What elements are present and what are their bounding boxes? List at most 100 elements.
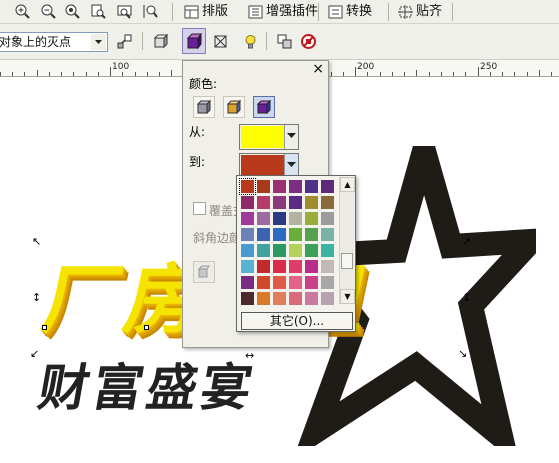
palette-color-cell[interactable] — [256, 227, 271, 242]
palette-color-cell[interactable] — [240, 211, 255, 226]
palette-color-cell[interactable] — [304, 195, 319, 210]
vanishing-point-value: 对象上的灭点 — [0, 35, 72, 49]
palette-color-cell[interactable] — [239, 178, 256, 195]
subline-text[interactable]: 财富盛宴 — [34, 348, 263, 420]
rotate-handle-icon[interactable]: ↙ — [30, 348, 39, 359]
zoom-width-icon[interactable] — [116, 3, 133, 20]
close-icon[interactable]: × — [312, 61, 324, 77]
selection-handle[interactable] — [144, 325, 149, 330]
delete-icon[interactable] — [300, 33, 317, 50]
zoom-fit-icon[interactable] — [142, 3, 159, 20]
rotate-handle-icon[interactable]: ↘ — [458, 348, 467, 359]
palette-color-cell[interactable] — [304, 243, 319, 258]
palette-color-cell[interactable] — [256, 179, 271, 194]
palette-color-cell[interactable] — [256, 275, 271, 290]
palette-color-cell[interactable] — [320, 259, 335, 274]
zoom-in-icon[interactable] — [14, 3, 31, 20]
extrude-color-icon — [186, 33, 202, 50]
palette-color-cell[interactable] — [304, 227, 319, 242]
lighting-icon[interactable] — [242, 33, 259, 50]
from-color-dropdown[interactable] — [284, 125, 298, 149]
palette-color-cell[interactable] — [320, 211, 335, 226]
bevel-icon[interactable] — [212, 33, 229, 50]
color-label: 颜色: — [189, 77, 218, 91]
palette-color-cell[interactable] — [240, 227, 255, 242]
palette-color-cell[interactable] — [320, 179, 335, 194]
palette-color-cell[interactable] — [288, 243, 303, 258]
selection-handle[interactable] — [42, 325, 47, 330]
palette-color-cell[interactable] — [288, 195, 303, 210]
palette-color-cell[interactable] — [272, 227, 287, 242]
bevel-color-button[interactable] — [193, 261, 215, 283]
menu-convert-label: 转换 — [346, 4, 373, 19]
palette-color-cell[interactable] — [320, 275, 335, 290]
menu-layout[interactable]: 排版 — [182, 2, 228, 22]
palette-color-cell[interactable] — [272, 179, 287, 194]
palette-color-cell[interactable] — [304, 179, 319, 194]
solid-fill-button[interactable] — [223, 96, 245, 118]
palette-color-cell[interactable] — [288, 211, 303, 226]
palette-color-cell[interactable] — [240, 243, 255, 258]
zoom-selected-icon[interactable] — [64, 3, 81, 20]
layout-icon — [184, 5, 199, 19]
toolbar-separator — [266, 32, 267, 50]
palette-color-cell[interactable] — [272, 243, 287, 258]
palette-color-cell[interactable] — [272, 291, 287, 306]
palette-color-cell[interactable] — [320, 291, 335, 306]
shade-button[interactable] — [253, 96, 275, 118]
scroll-up-arrow-icon[interactable]: ▲ — [340, 177, 355, 192]
palette-color-cell[interactable] — [272, 211, 287, 226]
skew-handle-icon[interactable]: ↔ — [245, 350, 254, 361]
palette-color-cell[interactable] — [304, 291, 319, 306]
palette-color-cell[interactable] — [256, 291, 271, 306]
from-color-picker[interactable] — [239, 124, 299, 150]
to-color-swatch — [241, 155, 285, 177]
overlay-checkbox[interactable] — [193, 202, 206, 215]
rotate-handle-icon[interactable]: ↖ — [32, 236, 41, 247]
rotate-handle-icon[interactable]: ↗ — [462, 236, 471, 247]
palette-color-cell[interactable] — [240, 275, 255, 290]
scroll-down-arrow-icon[interactable]: ▼ — [340, 289, 355, 304]
vanishing-point-select[interactable]: 对象上的灭点 — [0, 32, 108, 52]
palette-color-cell[interactable] — [320, 243, 335, 258]
palette-color-cell[interactable] — [288, 291, 303, 306]
menu-enhance-plugin[interactable]: 增强插件 — [246, 2, 318, 22]
menu-snap-label: 贴齐 — [416, 4, 443, 19]
palette-color-cell[interactable] — [272, 275, 287, 290]
zoom-page-icon[interactable] — [90, 3, 107, 20]
palette-color-cell[interactable] — [320, 227, 335, 242]
use-object-fill-button[interactable] — [193, 96, 215, 118]
other-colors-button[interactable]: 其它(O)... — [241, 312, 353, 330]
palette-color-cell[interactable] — [320, 195, 335, 210]
palette-color-cell[interactable] — [304, 275, 319, 290]
palette-scrollbar[interactable]: ▲ ▼ — [339, 177, 355, 304]
palette-color-cell[interactable] — [240, 291, 255, 306]
chevron-down-icon — [287, 133, 296, 138]
palette-color-cell[interactable] — [272, 259, 287, 274]
copy-vanishing-point-icon[interactable] — [116, 33, 133, 50]
ruler-label-200: 200 — [357, 62, 375, 72]
skew-handle-icon[interactable]: ↕ — [462, 292, 471, 303]
palette-color-cell[interactable] — [256, 211, 271, 226]
palette-color-cell[interactable] — [304, 259, 319, 274]
palette-color-cell[interactable] — [256, 243, 271, 258]
skew-handle-icon[interactable]: ↕ — [32, 292, 41, 303]
palette-color-cell[interactable] — [272, 195, 287, 210]
extrude-color-button[interactable] — [182, 28, 206, 54]
menu-snap[interactable]: 贴齐 — [396, 2, 442, 22]
palette-color-cell[interactable] — [256, 259, 271, 274]
palette-color-cell[interactable] — [288, 179, 303, 194]
palette-color-cell[interactable] — [288, 227, 303, 242]
extrude-rotation-icon[interactable] — [152, 33, 169, 50]
palette-color-cell[interactable] — [288, 275, 303, 290]
palette-color-cell[interactable] — [288, 259, 303, 274]
clear-extrude-icon[interactable] — [276, 33, 293, 50]
palette-color-cell[interactable] — [256, 195, 271, 210]
chevron-down-icon — [287, 162, 296, 167]
palette-color-cell[interactable] — [240, 259, 255, 274]
scroll-thumb[interactable] — [341, 253, 353, 269]
menu-convert[interactable]: 转换 — [326, 2, 372, 22]
zoom-out-icon[interactable] — [40, 3, 57, 20]
palette-color-cell[interactable] — [240, 195, 255, 210]
palette-color-cell[interactable] — [304, 211, 319, 226]
